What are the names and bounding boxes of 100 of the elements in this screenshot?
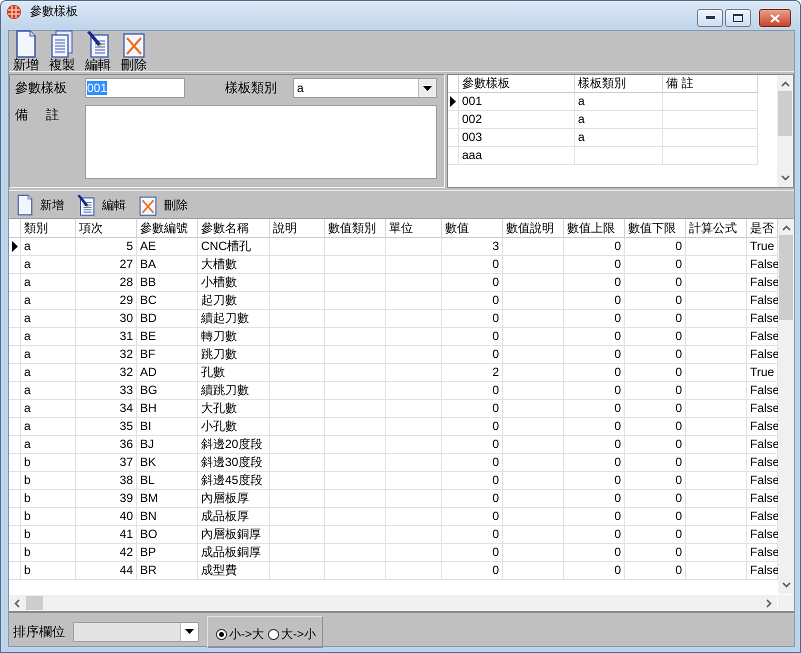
- field-label: 樣板類別: [224, 79, 278, 97]
- table-cell: a: [21, 238, 76, 256]
- column-header[interactable]: 數值: [442, 219, 503, 238]
- table-cell: [503, 490, 564, 508]
- scroll-left-icon: [14, 599, 20, 608]
- note-field[interactable]: [85, 105, 437, 179]
- table-cell: 續跳刀數: [198, 382, 270, 400]
- close-button[interactable]: [759, 9, 791, 27]
- column-header[interactable]: 數值類別: [325, 219, 386, 238]
- radio-option[interactable]: 大->小: [268, 626, 316, 642]
- table-cell: [325, 238, 386, 256]
- table-cell: [503, 328, 564, 346]
- table-cell: 3: [442, 238, 503, 256]
- table-cell: b: [21, 508, 76, 526]
- table-cell: 0: [625, 292, 686, 310]
- column-header[interactable]: 備 註: [663, 75, 758, 93]
- column-header[interactable]: 參數編號: [137, 219, 198, 238]
- table-cell: [325, 562, 386, 580]
- column-header[interactable]: 樣板類別: [575, 75, 663, 93]
- column-header[interactable]: 是否: [747, 219, 778, 238]
- delete-button[interactable]: 刪除: [119, 28, 149, 71]
- table-cell: [386, 382, 442, 400]
- table-cell: False: [747, 292, 778, 310]
- sort-field-dropdown[interactable]: [73, 622, 199, 642]
- scrollbar-thumb[interactable]: [778, 91, 792, 136]
- radio-button[interactable]: [268, 628, 280, 640]
- table-cell: [325, 292, 386, 310]
- table-cell: 39: [76, 490, 137, 508]
- new-button[interactable]: 新增: [13, 192, 67, 216]
- column-header[interactable]: 參數名稱: [198, 219, 270, 238]
- table-cell: [386, 418, 442, 436]
- vertical-scrollbar[interactable]: [778, 219, 794, 594]
- column-header[interactable]: 說明: [270, 219, 325, 238]
- table-cell: BR: [137, 562, 198, 580]
- column-header[interactable]: 參數樣板: [459, 75, 575, 93]
- table-cell: False: [747, 310, 778, 328]
- table-cell: 0: [442, 544, 503, 562]
- table-cell: 0: [442, 346, 503, 364]
- scrollbar-thumb[interactable]: [779, 235, 793, 320]
- table-cell: [270, 292, 325, 310]
- table-cell: a: [21, 310, 76, 328]
- new-button[interactable]: 新增: [11, 28, 41, 71]
- column-header[interactable]: 數值下限: [625, 219, 686, 238]
- vertical-scrollbar[interactable]: [777, 75, 793, 187]
- table-cell: a: [21, 346, 76, 364]
- maximize-button[interactable]: [725, 9, 751, 27]
- table-cell: [686, 292, 747, 310]
- table-cell: b: [21, 490, 76, 508]
- table-cell: [270, 346, 325, 364]
- copy-button[interactable]: 複製: [47, 28, 77, 71]
- table-cell: False: [747, 346, 778, 364]
- table-cell: [386, 436, 442, 454]
- table-cell: 0: [564, 418, 625, 436]
- table-cell: BI: [137, 418, 198, 436]
- edit-button[interactable]: 編輯: [73, 192, 129, 216]
- radio-option[interactable]: 小->大: [216, 626, 264, 642]
- scrollbar-thumb[interactable]: [26, 596, 43, 610]
- table-cell: 0: [564, 364, 625, 382]
- table-cell: 0: [442, 508, 503, 526]
- table-cell: CNC槽孔: [198, 238, 270, 256]
- table-cell: [325, 256, 386, 274]
- minimize-button[interactable]: [697, 9, 723, 27]
- table-cell: [503, 454, 564, 472]
- column-header[interactable]: 類別: [21, 219, 76, 238]
- table-cell: 0: [625, 346, 686, 364]
- column-header[interactable]: 計算公式: [686, 219, 747, 238]
- table-cell: a: [21, 400, 76, 418]
- table-cell: 0: [625, 256, 686, 274]
- column-header[interactable]: 數值說明: [503, 219, 564, 238]
- table-cell: False: [747, 544, 778, 562]
- row-header[interactable]: [448, 93, 459, 111]
- horizontal-scrollbar[interactable]: [9, 595, 777, 611]
- table-cell: 0: [442, 382, 503, 400]
- table-cell: [325, 274, 386, 292]
- table-cell: [386, 256, 442, 274]
- table-cell: 42: [76, 544, 137, 562]
- column-header[interactable]: 項次: [76, 219, 137, 238]
- table-cell: 35: [76, 418, 137, 436]
- table-cell: [325, 436, 386, 454]
- table-cell: 0: [564, 526, 625, 544]
- table-cell: [686, 526, 747, 544]
- table-cell: 斜邊45度段: [198, 472, 270, 490]
- table-cell: [386, 346, 442, 364]
- edit-button[interactable]: 編輯: [83, 28, 113, 71]
- radio-button[interactable]: [216, 628, 227, 640]
- table-cell: 31: [76, 328, 137, 346]
- category-dropdown[interactable]: a: [293, 78, 437, 98]
- table-cell: 0: [625, 418, 686, 436]
- table-cell: [386, 454, 442, 472]
- table-cell: 0: [625, 238, 686, 256]
- column-header[interactable]: 數值上限: [564, 219, 625, 238]
- row-header[interactable]: [9, 238, 21, 256]
- table-cell: b: [21, 526, 76, 544]
- column-header[interactable]: 單位: [386, 219, 442, 238]
- table-cell: [386, 508, 442, 526]
- table-cell: 0: [442, 454, 503, 472]
- close-icon: [770, 14, 780, 22]
- table-cell: False: [747, 562, 778, 580]
- delete-button[interactable]: 刪除: [135, 192, 191, 216]
- table-cell: [503, 238, 564, 256]
